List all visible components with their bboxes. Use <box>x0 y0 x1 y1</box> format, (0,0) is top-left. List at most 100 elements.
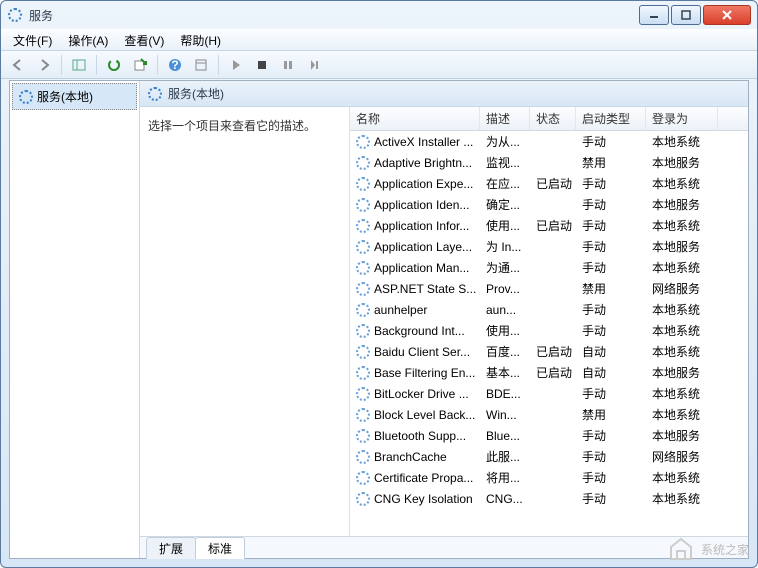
forward-icon[interactable] <box>33 54 55 76</box>
help-icon[interactable]: ? <box>164 54 186 76</box>
stop-icon[interactable] <box>251 54 273 76</box>
menu-help[interactable]: 帮助(H) <box>172 30 229 51</box>
cell-name: Application Infor... <box>350 217 480 235</box>
cell-name: BranchCache <box>350 448 480 466</box>
col-logon[interactable]: 登录为 <box>646 107 718 130</box>
cell-status <box>530 476 576 480</box>
table-row[interactable]: Adaptive Brightn...监视...禁用本地服务 <box>350 152 748 173</box>
cell-status <box>530 203 576 207</box>
cell-startup: 手动 <box>576 425 646 446</box>
table-row[interactable]: BranchCache此服...手动网络服务 <box>350 446 748 467</box>
table-row[interactable]: Application Expe...在应...已启动手动本地系统 <box>350 173 748 194</box>
cell-name: Base Filtering En... <box>350 364 480 382</box>
restart-icon[interactable] <box>303 54 325 76</box>
table-row[interactable]: Background Int...使用...手动本地系统 <box>350 320 748 341</box>
titlebar[interactable]: 服务 <box>1 1 757 29</box>
cell-startup: 手动 <box>576 215 646 236</box>
cell-status: 已启动 <box>530 362 576 383</box>
service-icon <box>356 177 370 191</box>
show-hide-icon[interactable] <box>68 54 90 76</box>
cell-logon: 本地系统 <box>646 383 718 404</box>
service-list[interactable]: ActiveX Installer ...为从...手动本地系统Adaptive… <box>350 131 748 536</box>
service-icon <box>356 345 370 359</box>
maximize-button[interactable] <box>671 5 701 25</box>
col-name[interactable]: 名称 <box>350 107 480 130</box>
cell-name: CNG Key Isolation <box>350 490 480 508</box>
properties-icon[interactable] <box>190 54 212 76</box>
cell-desc: 确定... <box>480 194 530 215</box>
cell-name: Application Man... <box>350 259 480 277</box>
refresh-icon[interactable] <box>103 54 125 76</box>
col-desc[interactable]: 描述 <box>480 107 530 130</box>
back-icon[interactable] <box>7 54 29 76</box>
cell-startup: 手动 <box>576 488 646 509</box>
tab-extended[interactable]: 扩展 <box>146 537 196 559</box>
cell-status: 已启动 <box>530 341 576 362</box>
col-startup[interactable]: 启动类型 <box>576 107 646 130</box>
table-row[interactable]: BitLocker Drive ...BDE...手动本地系统 <box>350 383 748 404</box>
table-row[interactable]: ActiveX Installer ...为从...手动本地系统 <box>350 131 748 152</box>
separator <box>61 55 62 75</box>
cell-name: Block Level Back... <box>350 406 480 424</box>
cell-desc: BDE... <box>480 385 530 403</box>
separator <box>96 55 97 75</box>
cell-desc: 监视... <box>480 152 530 173</box>
table-row[interactable]: Application Infor...使用...已启动手动本地系统 <box>350 215 748 236</box>
close-button[interactable] <box>703 5 751 25</box>
table-row[interactable]: Application Laye...为 In...手动本地服务 <box>350 236 748 257</box>
table-row[interactable]: Base Filtering En...基本...已启动自动本地服务 <box>350 362 748 383</box>
cell-desc: 使用... <box>480 320 530 341</box>
table-row[interactable]: Certificate Propa...将用...手动本地系统 <box>350 467 748 488</box>
minimize-button[interactable] <box>639 5 669 25</box>
cell-name: ASP.NET State S... <box>350 280 480 298</box>
app-icon <box>7 7 23 23</box>
export-icon[interactable] <box>129 54 151 76</box>
gear-icon <box>19 90 33 104</box>
service-icon <box>356 219 370 233</box>
cell-status <box>530 413 576 417</box>
cell-desc: 为 In... <box>480 236 530 257</box>
cell-logon: 本地系统 <box>646 341 718 362</box>
menu-file[interactable]: 文件(F) <box>5 30 60 51</box>
service-icon <box>356 303 370 317</box>
table-row[interactable]: ASP.NET State S...Prov...禁用网络服务 <box>350 278 748 299</box>
cell-logon: 本地服务 <box>646 362 718 383</box>
start-icon[interactable] <box>225 54 247 76</box>
cell-name: Certificate Propa... <box>350 469 480 487</box>
window-title: 服务 <box>29 7 639 24</box>
cell-status <box>530 308 576 312</box>
cell-logon: 本地服务 <box>646 425 718 446</box>
cell-startup: 手动 <box>576 194 646 215</box>
cell-desc: 此服... <box>480 446 530 467</box>
tab-standard[interactable]: 标准 <box>195 537 245 559</box>
table-row[interactable]: Application Iden...确定...手动本地服务 <box>350 194 748 215</box>
cell-status <box>530 392 576 396</box>
col-status[interactable]: 状态 <box>530 107 576 130</box>
service-icon <box>356 366 370 380</box>
menu-view[interactable]: 查看(V) <box>116 30 172 51</box>
cell-logon: 本地系统 <box>646 257 718 278</box>
separator <box>157 55 158 75</box>
service-icon <box>356 198 370 212</box>
cell-status <box>530 434 576 438</box>
cell-startup: 禁用 <box>576 278 646 299</box>
table-row[interactable]: Baidu Client Ser...百度...已启动自动本地系统 <box>350 341 748 362</box>
menu-action[interactable]: 操作(A) <box>60 30 116 51</box>
pause-icon[interactable] <box>277 54 299 76</box>
pane-header: 服务(本地) <box>140 81 748 107</box>
cell-logon: 本地系统 <box>646 173 718 194</box>
cell-logon: 本地服务 <box>646 152 718 173</box>
service-icon <box>356 429 370 443</box>
table-row[interactable]: CNG Key IsolationCNG...手动本地系统 <box>350 488 748 509</box>
cell-startup: 手动 <box>576 299 646 320</box>
list-pane: 名称 描述 状态 启动类型 登录为 ActiveX Installer ...为… <box>350 107 748 536</box>
toolbar: ? <box>1 51 757 79</box>
table-row[interactable]: aunhelperaun...手动本地系统 <box>350 299 748 320</box>
service-icon <box>356 156 370 170</box>
tree-root-services-local[interactable]: 服务(本地) <box>12 83 137 110</box>
table-row[interactable]: Block Level Back...Win...禁用本地系统 <box>350 404 748 425</box>
table-row[interactable]: Application Man...为通...手动本地系统 <box>350 257 748 278</box>
service-icon <box>356 450 370 464</box>
service-icon <box>356 135 370 149</box>
table-row[interactable]: Bluetooth Supp...Blue...手动本地服务 <box>350 425 748 446</box>
